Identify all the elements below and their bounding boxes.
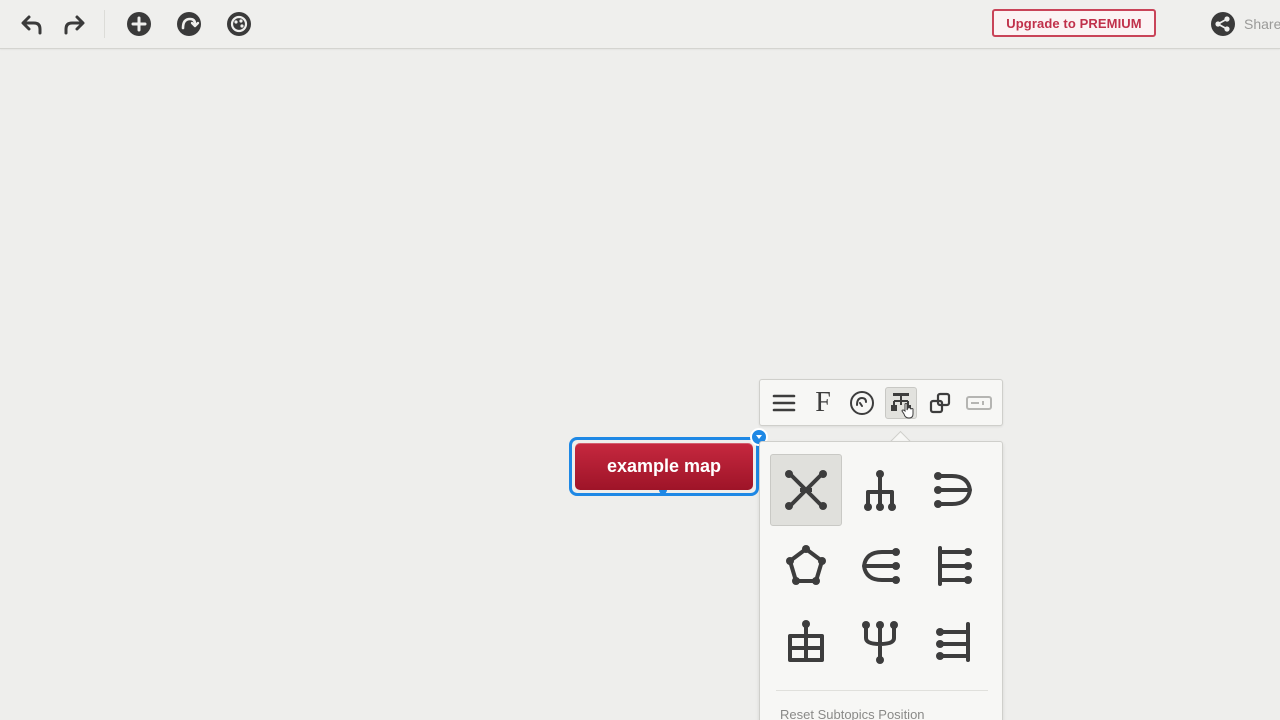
undo-icon (21, 15, 42, 35)
layout-tree-up-icon (862, 621, 898, 664)
layout-right-icon (934, 472, 973, 508)
app-window: Upgrade to PREMIUM Share example map F R… (0, 0, 1280, 720)
shape-button[interactable] (924, 387, 956, 419)
font-icon: F (815, 387, 831, 418)
add-relation-button[interactable] (173, 8, 205, 40)
layout-panel: Reset Subtopics Position (759, 441, 1003, 720)
relation-circle-icon (177, 12, 201, 36)
layout-radial-icon (786, 545, 826, 585)
layout-option-org-chart[interactable] (844, 454, 916, 526)
layout-grid-icon (788, 620, 824, 662)
layout-option-radial[interactable] (770, 530, 842, 602)
toolbar-separator (104, 10, 105, 38)
label-button[interactable] (963, 387, 995, 419)
color-button[interactable] (846, 387, 878, 419)
format-toolbar: F (759, 379, 1003, 426)
layout-option-left[interactable] (844, 530, 916, 602)
layout-option-list-right[interactable] (918, 530, 990, 602)
layout-mindmap-icon (785, 470, 827, 510)
text-align-button[interactable] (768, 387, 800, 419)
layout-option-mindmap[interactable] (770, 454, 842, 526)
layout-org-chart-icon (864, 470, 896, 511)
central-topic-selection[interactable]: example map (569, 437, 759, 496)
layout-option-grid[interactable] (770, 606, 842, 678)
text-align-icon (772, 394, 796, 412)
color-palette-icon (850, 391, 874, 415)
top-toolbar: Upgrade to PREMIUM Share (0, 0, 1280, 49)
layout-list-right-icon (938, 546, 972, 586)
upgrade-premium-button[interactable]: Upgrade to PREMIUM (992, 9, 1156, 37)
panel-divider (776, 690, 988, 691)
reset-subtopics-button[interactable]: Reset Subtopics Position (780, 707, 925, 720)
add-topic-button[interactable] (123, 8, 155, 40)
shape-icon (929, 392, 951, 414)
label-icon (966, 396, 992, 410)
layout-left-icon (861, 548, 900, 584)
font-button[interactable]: F (807, 387, 839, 419)
layout-option-tree-up[interactable] (844, 606, 916, 678)
add-circle-icon (127, 12, 151, 36)
share-button[interactable]: Share (1210, 10, 1280, 38)
layout-option-right[interactable] (918, 454, 990, 526)
palette-circle-icon (227, 12, 251, 36)
layout-button[interactable] (885, 387, 917, 419)
redo-button[interactable] (58, 8, 90, 40)
central-topic[interactable]: example map (575, 443, 753, 490)
undo-button[interactable] (16, 8, 48, 40)
layout-option-list-left[interactable] (918, 606, 990, 678)
hand-cursor-icon (901, 403, 914, 419)
share-icon (1211, 12, 1235, 36)
redo-icon (64, 15, 85, 35)
style-button[interactable] (223, 8, 255, 40)
share-label: Share (1244, 16, 1280, 32)
layout-list-left-icon (936, 622, 970, 662)
